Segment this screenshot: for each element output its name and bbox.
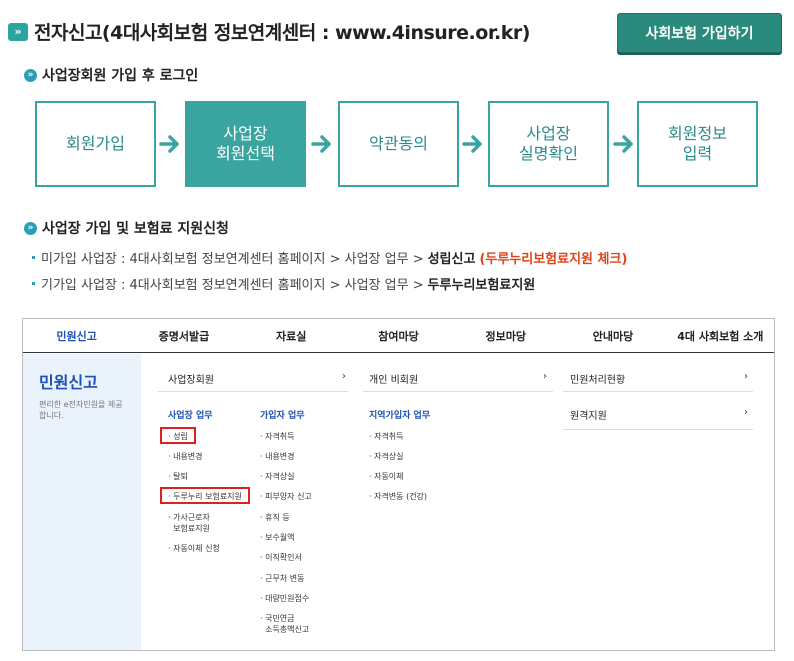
list-item: 미가입 사업장 : 4대사회보험 정보연계센터 홈페이지 > 사업장 업무 > … — [32, 244, 627, 270]
nav-item-certificate[interactable]: 증명서발급 — [130, 319, 237, 352]
nav-item-resources[interactable]: 자료실 — [238, 319, 345, 352]
step-terms-agree: 약관동의 — [338, 101, 459, 187]
nav-item-participation[interactable]: 참여마당 — [345, 319, 452, 352]
section-title: 사업장회원 가입 후 로그인 — [42, 68, 199, 84]
step-signup: 회원가입 — [35, 101, 156, 187]
left-panel-title: 민원신고 — [39, 373, 98, 392]
chevron-circle-icon: » — [24, 221, 37, 235]
step-business-verify: 사업장 실명확인 — [488, 101, 609, 187]
menu-item[interactable]: · 보수월액 — [260, 532, 295, 543]
bullet-text: 미가입 사업장 : 4대사회보험 정보연계센터 홈페이지 > 사업장 업무 > — [41, 251, 424, 267]
bullet-text: 기가입 사업장 : 4대사회보험 정보연계센터 홈페이지 > 사업장 업무 > — [41, 277, 424, 293]
group-subscriber-title: 가입자 업무 — [260, 411, 305, 421]
chevron-right-icon: › — [543, 371, 547, 382]
menu-remote-support[interactable]: 원격지원 › — [570, 407, 748, 425]
divider — [563, 429, 753, 430]
step-select-business-member: 사업장 회원선택 — [185, 101, 306, 187]
divider — [363, 391, 553, 392]
menu-item[interactable]: · 자격변동 (건강) — [369, 491, 427, 502]
divider — [563, 391, 753, 392]
arrow-right-icon — [462, 135, 482, 153]
bullet-strong: 성립신고 — [427, 251, 476, 267]
arrow-right-icon — [311, 135, 331, 153]
page-header: » 전자신고(4대사회보험 정보연계센터 : www.4insure.or.kr… — [8, 18, 530, 45]
embedded-site-screenshot: 민원신고 증명서발급 자료실 참여마당 정보마당 안내마당 4대 사회보험 소개… — [22, 318, 775, 651]
menu-item[interactable]: · 내용변경 — [260, 451, 295, 462]
nav-item-info[interactable]: 정보마당 — [452, 319, 559, 352]
nav-item-about[interactable]: 4대 사회보험 소개 — [667, 319, 774, 352]
menu-item[interactable]: · 자동이체 신청 — [168, 543, 220, 554]
menu-status[interactable]: 민원처리현황 › — [570, 371, 748, 389]
nav-item-guide[interactable]: 안내마당 — [559, 319, 666, 352]
menu-item[interactable]: · 내용변경 — [168, 451, 203, 462]
menu-label: 원격지원 — [570, 411, 607, 422]
menu-item[interactable]: · 자격취득 — [369, 431, 404, 442]
double-chevron-icon: » — [8, 22, 28, 41]
bullet-list: 미가입 사업장 : 4대사회보험 정보연계센터 홈페이지 > 사업장 업무 > … — [32, 244, 627, 296]
left-panel: 민원신고 편리한 e전자민원을 제공합니다. — [23, 354, 141, 650]
section-login-heading: » 사업장회원 가입 후 로그인 — [24, 65, 198, 85]
menu-label: 민원처리현황 — [570, 375, 626, 386]
highlight-box — [160, 487, 250, 504]
menu-item[interactable]: · 탈퇴 — [168, 471, 188, 482]
menu-personal-guest[interactable]: 개인 비회원 › — [369, 371, 547, 389]
left-panel-desc: 편리한 e전자민원을 제공합니다. — [39, 400, 123, 420]
menu-item[interactable]: · 자격취득 — [260, 431, 295, 442]
menu-item[interactable]: · 자격상실 — [260, 471, 295, 482]
menu-business-member[interactable]: 사업장회원 › — [168, 371, 346, 389]
highlight-box — [160, 427, 196, 444]
nav-item-civil-report[interactable]: 민원신고 — [23, 319, 130, 352]
chevron-circle-icon: » — [24, 68, 37, 82]
step-member-info: 회원정보 입력 — [637, 101, 758, 187]
list-item: 기가입 사업장 : 4대사회보험 정보연계센터 홈페이지 > 사업장 업무 > … — [32, 270, 627, 296]
menu-item[interactable]: · 가사근로자 보험료지원 — [168, 512, 210, 534]
chevron-right-icon: › — [744, 407, 748, 418]
menu-item[interactable]: · 근무처 변동 — [260, 573, 304, 584]
menu-label: 개인 비회원 — [369, 375, 419, 386]
page-title: 전자신고(4대사회보험 정보연계센터 : www.4insure.or.kr) — [34, 22, 530, 44]
menu-item[interactable]: · 휴직 등 — [260, 512, 290, 523]
section-title: 사업장 가입 및 보험료 지원신청 — [42, 221, 229, 237]
chevron-right-icon: › — [744, 371, 748, 382]
menu-item[interactable]: · 국민연금 소득총액신고 — [260, 613, 309, 635]
group-business-title: 사업장 업무 — [168, 411, 213, 421]
menu-item[interactable]: · 피부양자 신고 — [260, 491, 312, 502]
chevron-right-icon: › — [342, 371, 346, 382]
bullet-dot-icon — [32, 255, 35, 259]
arrow-right-icon — [159, 135, 179, 153]
menu-label: 사업장회원 — [168, 375, 214, 386]
divider — [158, 391, 348, 392]
bullet-dot-icon — [32, 281, 35, 285]
arrow-right-icon — [613, 135, 633, 153]
section-subsidy-heading: » 사업장 가입 및 보험료 지원신청 — [24, 218, 229, 238]
menu-item[interactable]: · 이직확인서 — [260, 552, 302, 563]
top-nav: 민원신고 증명서발급 자료실 참여마당 정보마당 안내마당 4대 사회보험 소개 — [23, 319, 774, 353]
join-insurance-button[interactable]: 사회보험 가입하기 — [617, 13, 782, 53]
menu-item[interactable]: · 대량민원접수 — [260, 593, 309, 604]
menu-item[interactable]: · 자격상실 — [369, 451, 404, 462]
group-regional-title: 지역가입자 업무 — [369, 411, 431, 421]
bullet-strong: 두루누리보험료지원 — [427, 277, 536, 293]
bullet-note: (두루누리보험료지원 체크) — [479, 251, 628, 267]
menu-item[interactable]: · 자동이체 — [369, 471, 404, 482]
